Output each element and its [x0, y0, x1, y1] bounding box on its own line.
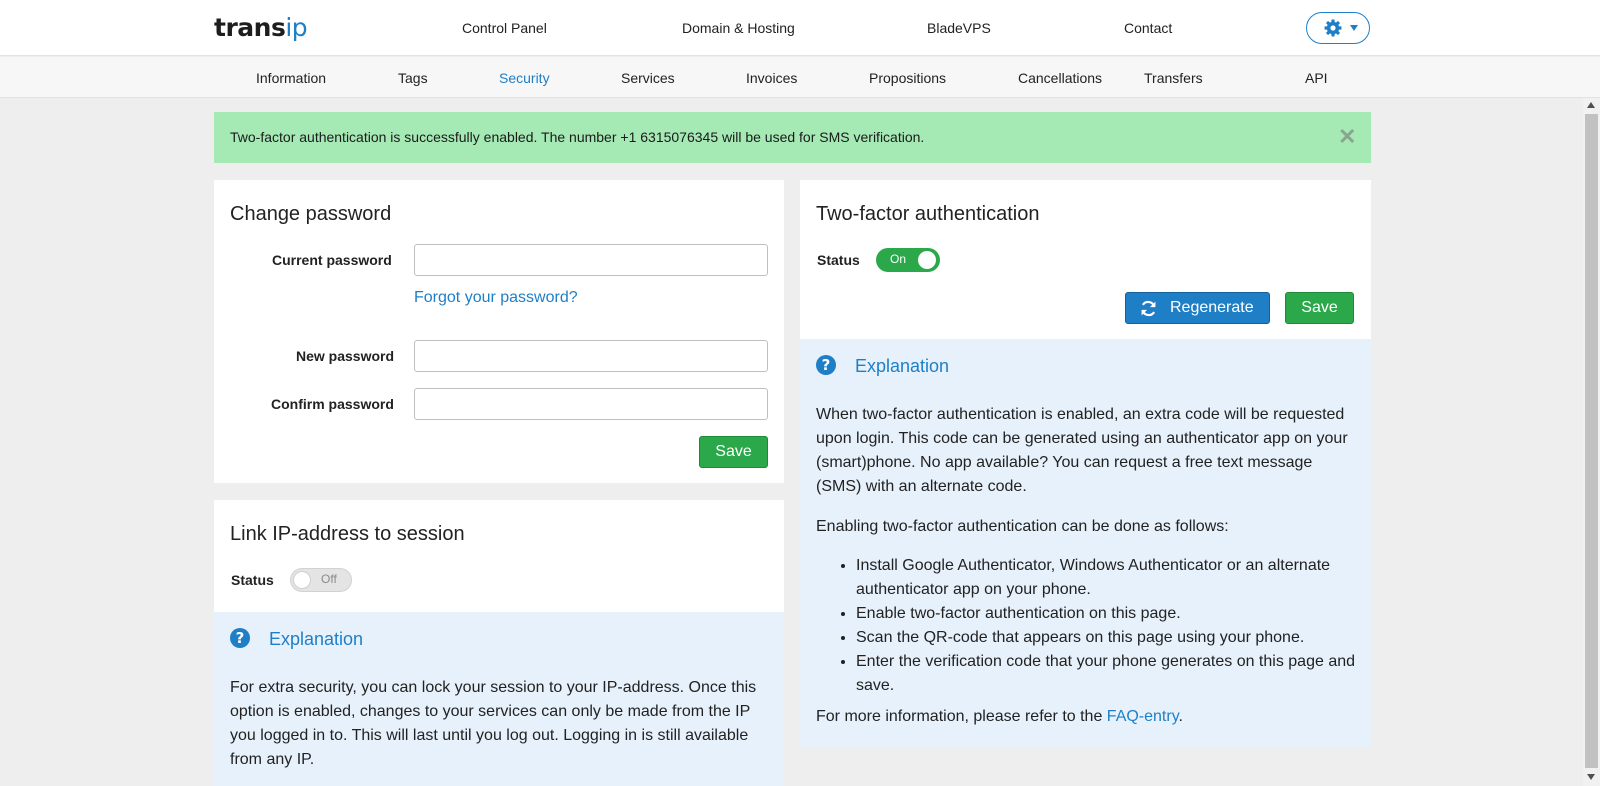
tab-propositions[interactable]: Propositions [869, 69, 946, 87]
page-scrollbar[interactable] [1583, 98, 1600, 786]
nav-control-panel[interactable]: Control Panel [462, 19, 547, 37]
tab-transfers[interactable]: Transfers [1144, 69, 1203, 87]
more-info-prefix: For more information, please refer to th… [816, 708, 1107, 725]
link-ip-card: Link IP-address to session Status Off [214, 500, 784, 612]
success-alert: Two-factor authentication is successfull… [214, 112, 1371, 163]
explanation-text: For extra security, you can lock your se… [230, 679, 757, 768]
regenerate-button[interactable]: Regenerate [1125, 292, 1270, 324]
two-factor-status-label: Status [817, 252, 860, 268]
change-password-card: Change password Current password Forgot … [214, 180, 784, 483]
tab-cancellations[interactable]: Cancellations [1018, 69, 1102, 87]
list-item: Enable two-factor authentication on this… [856, 602, 1356, 626]
link-ip-explanation: ? Explanation For extra security, you ca… [214, 612, 784, 786]
current-password-input[interactable] [414, 244, 768, 276]
tab-invoices[interactable]: Invoices [746, 69, 797, 87]
logo-part-trans: trans [214, 13, 286, 42]
explanation-paragraph-1: When two-factor authentication is enable… [816, 406, 1348, 495]
two-factor-explanation: ? Explanation When two-factor authentica… [800, 339, 1371, 747]
two-factor-toggle[interactable]: On [876, 248, 940, 272]
two-factor-card: Two-factor authentication Status On Rege… [800, 180, 1371, 339]
faq-entry-link[interactable]: FAQ-entry [1107, 708, 1179, 725]
list-item: Enter the verification code that your ph… [856, 650, 1356, 698]
save-password-button[interactable]: Save [699, 436, 768, 468]
scroll-down-icon[interactable] [1587, 774, 1595, 780]
change-password-title: Change password [230, 203, 392, 225]
forgot-password-link[interactable]: Forgot your password? [414, 288, 578, 307]
nav-domain-hosting[interactable]: Domain & Hosting [682, 19, 795, 37]
current-password-label: Current password [272, 252, 392, 268]
explanation-steps: Install Google Authenticator, Windows Au… [816, 554, 1356, 698]
refresh-icon [1141, 300, 1156, 317]
confirm-password-input[interactable] [414, 388, 768, 420]
question-icon: ? [230, 628, 250, 648]
explanation-title: Explanation [269, 629, 364, 649]
tab-tags[interactable]: Tags [398, 69, 428, 87]
more-info-text: For more information, please refer to th… [816, 705, 1356, 729]
question-icon: ? [816, 355, 836, 375]
two-factor-title: Two-factor authentication [816, 203, 1040, 225]
nav-bladevps[interactable]: BladeVPS [927, 19, 991, 37]
regenerate-label: Regenerate [1170, 299, 1254, 316]
tab-information[interactable]: Information [256, 69, 326, 87]
logo-part-ip: ip [285, 13, 308, 42]
list-item: Scan the QR-code that appears on this pa… [856, 626, 1356, 650]
toggle-state-label: Off [321, 572, 337, 586]
toggle-knob [918, 251, 936, 269]
close-icon[interactable]: ✕ [1338, 126, 1356, 148]
transip-logo[interactable]: transip [214, 13, 308, 42]
account-subnav: Information Tags Security Services Invoi… [0, 57, 1600, 98]
scrollbar-thumb[interactable] [1585, 114, 1598, 768]
nav-contact[interactable]: Contact [1124, 19, 1172, 37]
list-item: Install Google Authenticator, Windows Au… [856, 554, 1356, 602]
new-password-input[interactable] [414, 340, 768, 372]
scroll-up-icon[interactable] [1587, 102, 1595, 108]
toggle-state-label: On [890, 252, 907, 266]
save-two-factor-button[interactable]: Save [1285, 292, 1354, 324]
gear-icon [1324, 19, 1342, 37]
tab-services[interactable]: Services [621, 69, 675, 87]
link-ip-toggle[interactable]: Off [290, 568, 352, 592]
explanation-paragraph-2: Enabling two-factor authentication can b… [816, 518, 1229, 535]
more-info-suffix: . [1178, 708, 1183, 725]
toggle-knob [293, 571, 311, 589]
settings-menu-button[interactable] [1306, 12, 1370, 44]
link-ip-title: Link IP-address to session [230, 523, 465, 545]
tab-api[interactable]: API [1305, 69, 1328, 87]
alert-message: Two-factor authentication is successfull… [230, 129, 925, 145]
explanation-title: Explanation [855, 356, 950, 376]
top-bar: transip Control Panel Domain & Hosting B… [0, 0, 1600, 56]
chevron-down-icon [1350, 25, 1358, 31]
new-password-label: New password [296, 348, 395, 364]
link-ip-status-label: Status [231, 572, 274, 588]
tab-security[interactable]: Security [499, 69, 550, 87]
confirm-password-label: Confirm password [271, 396, 394, 412]
